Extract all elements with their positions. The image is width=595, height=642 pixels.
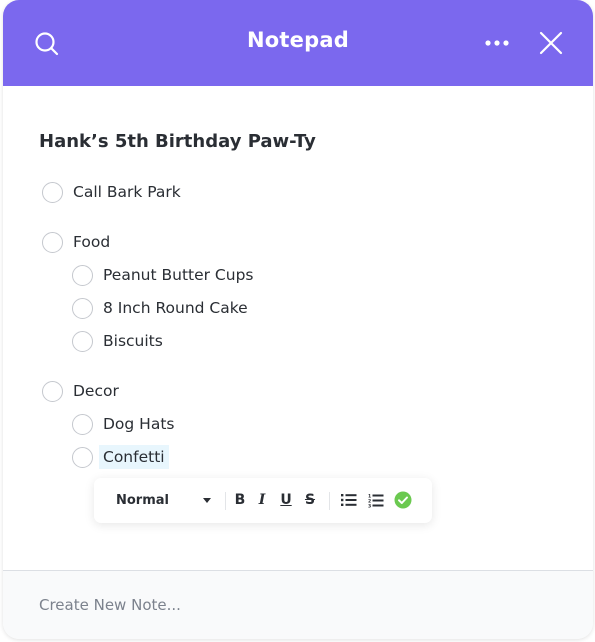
checklist-item: Dog Hats [72,411,179,437]
checkmark-circle-icon [394,491,412,509]
bold-button[interactable]: B [230,489,250,511]
bold-icon: B [234,492,246,508]
close-icon [539,31,563,55]
checklist-item: Call Bark Park [42,179,185,205]
toolbar-divider [329,492,330,510]
notepad-header: Notepad [3,0,593,86]
numbered-list-icon: 1 2 3 [368,493,384,508]
text-style-select[interactable]: Normal [116,478,216,523]
checklist-item-label[interactable]: Decor [69,379,123,403]
underline-button[interactable]: U [276,489,296,511]
more-options-button[interactable] [484,35,512,51]
bulleted-list-button[interactable] [339,489,359,511]
checkbox[interactable] [72,413,93,435]
checklist-item-label[interactable]: Food [69,230,114,254]
checkbox[interactable] [42,380,63,402]
checkbox[interactable] [42,181,63,203]
formatting-toolbar: Normal B I U S 1 2 3 [94,478,432,523]
svg-text:3: 3 [368,503,371,508]
close-button[interactable] [538,30,564,56]
numbered-list-button[interactable]: 1 2 3 [366,489,386,511]
checklist-item-label[interactable]: Biscuits [99,329,167,353]
checklist-item: Decor [42,378,123,404]
checklist-item-label[interactable]: Dog Hats [99,412,179,436]
create-new-note-input[interactable] [39,596,539,614]
checkbox[interactable] [72,297,93,319]
checklist-item: Peanut Butter Cups [72,262,258,288]
underline-icon: U [280,492,292,508]
checkbox[interactable] [72,446,93,468]
checklist-item-label[interactable]: Call Bark Park [69,180,185,204]
italic-icon: I [258,492,266,508]
more-horizontal-icon [485,40,509,46]
checklist-item-label[interactable]: Peanut Butter Cups [99,263,258,287]
strikethrough-icon: S [304,492,316,508]
checklist-item: 8 Inch Round Cake [72,295,252,321]
footer [3,570,593,639]
checklist-item: Food [42,229,114,255]
note-title[interactable]: Hank’s 5th Birthday Paw-Ty [39,131,316,152]
italic-button[interactable]: I [252,489,272,511]
caret-down-icon[interactable] [202,497,212,504]
bulleted-list-icon [341,494,357,506]
strikethrough-button[interactable]: S [300,489,320,511]
checklist-item-label[interactable]: 8 Inch Round Cake [99,296,252,320]
selected-checklist-item-label[interactable]: Confetti [99,445,169,469]
notepad-window: Notepad Hank’s 5th Birthday Paw-Ty Call … [3,0,593,639]
checkbox[interactable] [72,264,93,286]
checklist-item: Biscuits [72,328,167,354]
checkbox[interactable] [42,231,63,253]
checkbox[interactable] [72,330,93,352]
toolbar-divider [225,492,226,510]
checklist-item: Confetti [72,444,169,470]
done-button[interactable] [393,489,413,511]
note-content: Hank’s 5th Birthday Paw-Ty Call Bark Par… [3,86,593,570]
